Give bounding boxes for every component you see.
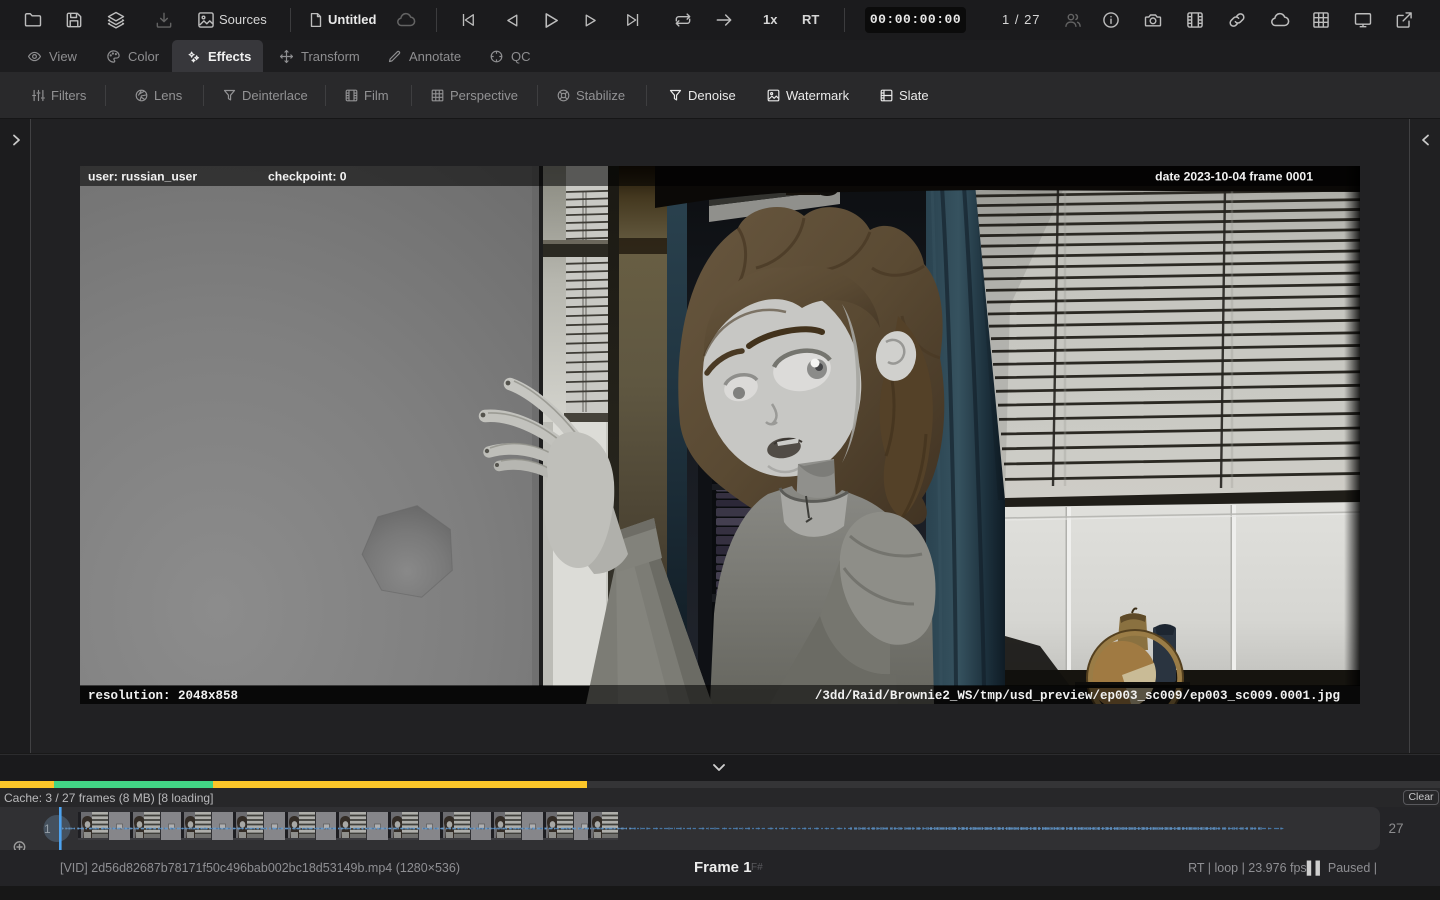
svg-text:1: 1 bbox=[44, 822, 51, 836]
svg-text:/3dd/Raid/Brownie2_WS/tmp/usd_: /3dd/Raid/Brownie2_WS/tmp/usd_preview/ep… bbox=[815, 689, 1340, 703]
svg-text:resolution: 2048x858: resolution: 2048x858 bbox=[88, 689, 238, 703]
svg-text:checkpoint: 0: checkpoint: 0 bbox=[268, 170, 347, 184]
svg-text:date 2023-10-04 frame 0001: date 2023-10-04 frame 0001 bbox=[1155, 170, 1313, 184]
svg-text:user: russian_user: user: russian_user bbox=[88, 170, 197, 184]
